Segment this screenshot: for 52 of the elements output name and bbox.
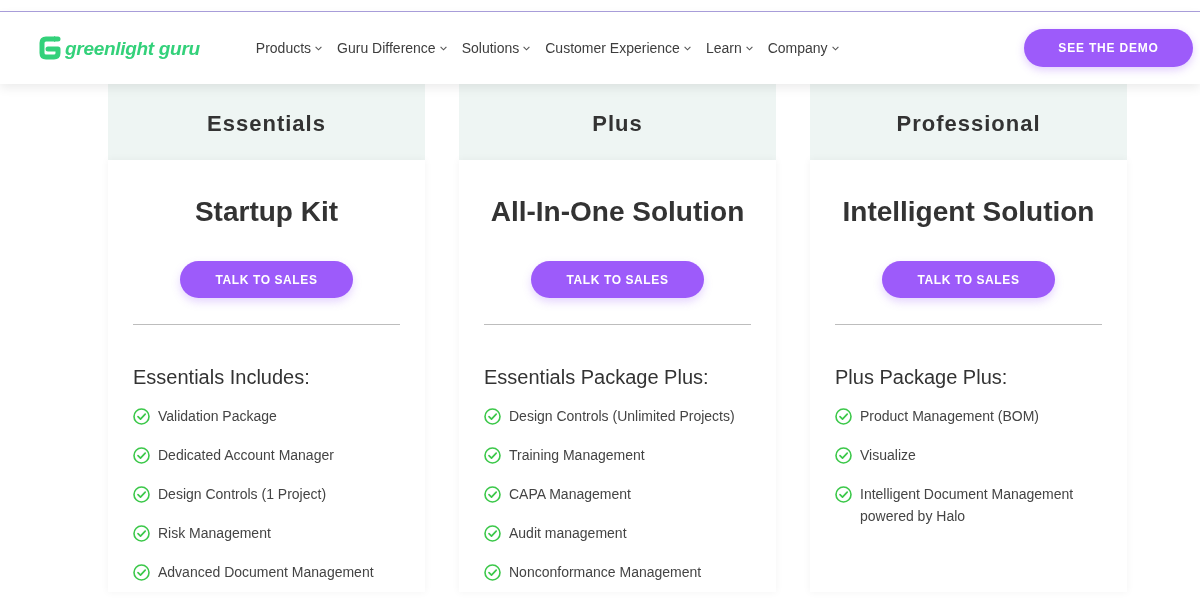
chevron-down-icon: [683, 45, 691, 51]
check-circle-icon: [484, 564, 501, 581]
feature-text: Audit management: [509, 524, 627, 543]
feature-text: CAPA Management: [509, 485, 631, 504]
check-circle-icon: [835, 447, 852, 464]
nav-link[interactable]: Learn: [705, 37, 753, 59]
talk-to-sales-button[interactable]: TALK TO SALES: [882, 261, 1055, 298]
check-circle-icon: [133, 564, 150, 581]
feature-text: Nonconformance Management: [509, 563, 702, 582]
check-circle-icon: [133, 486, 150, 503]
tier-name: Professional: [896, 109, 1041, 138]
plan-title: All-In-One Solution: [490, 195, 745, 229]
feature-text: Dedicated Account Manager: [158, 446, 334, 465]
nav-link[interactable]: Solutions: [461, 37, 531, 59]
features-heading: Plus Package Plus:: [835, 365, 1009, 390]
feature-text: Validation Package: [158, 407, 277, 426]
see-demo-button[interactable]: SEE THE DEMO: [1024, 29, 1193, 67]
check-circle-icon: [484, 447, 501, 464]
check-circle-icon: [133, 408, 150, 425]
check-circle-icon: [133, 447, 150, 464]
chevron-down-icon: [315, 45, 323, 51]
feature-text: Design Controls (1 Project): [158, 485, 327, 504]
feature-text: Design Controls (Unlimited Projects): [509, 407, 735, 426]
check-circle-icon: [484, 408, 501, 425]
logo-icon[interactable]: [39, 35, 61, 61]
feature-text: Product Management (BOM): [860, 407, 1039, 426]
check-circle-icon: [835, 486, 852, 503]
check-circle-icon: [835, 408, 852, 425]
chevron-down-icon: [523, 45, 531, 51]
feature-text: Visualize: [860, 446, 916, 465]
chevron-down-icon: [439, 45, 447, 51]
nav-link[interactable]: Customer Experience: [545, 37, 691, 59]
chevron-down-icon: [745, 45, 753, 51]
tier-name: Plus: [592, 109, 643, 138]
feature-text: Advanced Document Management: [158, 563, 374, 582]
nav-link[interactable]: Guru Difference: [337, 37, 447, 59]
tier-name: Essentials: [207, 109, 326, 138]
talk-to-sales-button[interactable]: TALK TO SALES: [180, 261, 353, 298]
features-heading: Essentials Package Plus:: [484, 365, 710, 390]
check-circle-icon: [484, 486, 501, 503]
feature-text: Risk Management: [158, 524, 271, 543]
feature-text: Intelligent Document Management powered by Halo: [860, 485, 1075, 526]
check-circle-icon: [133, 525, 150, 542]
features-heading: Essentials Includes:: [133, 365, 311, 390]
check-circle-icon: [484, 525, 501, 542]
nav-link[interactable]: Company: [767, 37, 839, 59]
feature-text: Training Management: [509, 446, 645, 465]
talk-to-sales-button[interactable]: TALK TO SALES: [531, 261, 704, 298]
nav-link[interactable]: Products: [255, 37, 323, 59]
plan-title: Startup Kit: [194, 195, 339, 229]
plan-title: Intelligent Solution: [842, 195, 1095, 229]
chevron-down-icon: [831, 45, 839, 51]
